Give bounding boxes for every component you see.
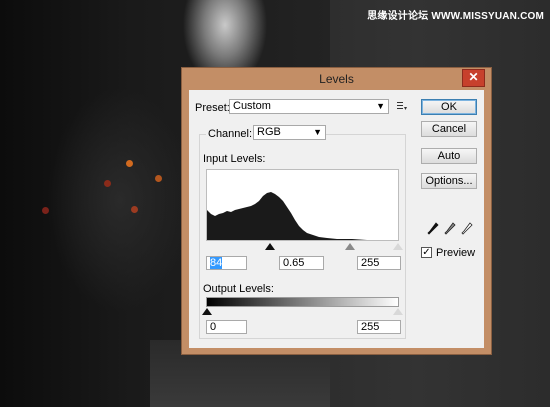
input-levels-label: Input Levels: bbox=[203, 153, 266, 165]
input-white-slider[interactable] bbox=[393, 243, 403, 250]
watermark: 思缘设计论坛 WWW.MISSYUAN.COM bbox=[367, 11, 544, 22]
chevron-down-icon: ▼ bbox=[376, 101, 385, 111]
histogram-curve bbox=[207, 192, 398, 240]
channel-label: Channel: bbox=[206, 128, 255, 140]
output-white-field[interactable]: 255 bbox=[357, 320, 401, 334]
background-flower bbox=[155, 175, 162, 182]
input-gamma-field[interactable]: 0.65 bbox=[279, 256, 324, 270]
background-flower bbox=[126, 160, 133, 167]
channel-value: RGB bbox=[257, 126, 281, 138]
dialog-title: Levels bbox=[319, 72, 354, 86]
close-button[interactable]: ✕ bbox=[462, 69, 485, 87]
cancel-button[interactable]: Cancel bbox=[421, 121, 477, 137]
background-flower bbox=[104, 180, 111, 187]
channel-dropdown[interactable]: RGB ▼ bbox=[253, 125, 326, 140]
input-white-value: 255 bbox=[361, 257, 380, 269]
background-flower bbox=[42, 207, 49, 214]
dialog-body: Preset: Custom ▼ OK Cancel Auto Options.… bbox=[189, 90, 484, 348]
preset-dropdown[interactable]: Custom ▼ bbox=[229, 99, 389, 114]
chevron-down-icon: ▼ bbox=[313, 127, 322, 137]
input-black-field[interactable]: 84 bbox=[206, 256, 247, 270]
input-black-slider[interactable] bbox=[265, 243, 275, 250]
auto-button[interactable]: Auto bbox=[421, 148, 477, 164]
input-gamma-value: 0.65 bbox=[283, 257, 305, 269]
black-eyedropper-icon[interactable] bbox=[427, 222, 439, 236]
ok-button[interactable]: OK bbox=[421, 99, 477, 115]
output-black-field[interactable]: 0 bbox=[206, 320, 247, 334]
preset-value: Custom bbox=[233, 100, 271, 112]
output-gradient-bar bbox=[206, 297, 399, 307]
background-flower bbox=[131, 206, 138, 213]
input-black-value: 84 bbox=[210, 257, 223, 269]
preview-checkbox[interactable]: ✓ bbox=[421, 247, 432, 258]
levels-dialog: Levels ✕ Preset: Custom ▼ OK Cancel Auto… bbox=[181, 67, 492, 355]
gray-eyedropper-icon[interactable] bbox=[444, 222, 456, 236]
preview-label: Preview bbox=[436, 247, 476, 259]
preset-options-icon[interactable] bbox=[396, 99, 408, 113]
options-button[interactable]: Options... bbox=[421, 173, 477, 189]
input-white-field[interactable]: 255 bbox=[357, 256, 401, 270]
preset-label: Preset: bbox=[195, 102, 230, 114]
output-black-slider[interactable] bbox=[202, 308, 212, 315]
output-white-slider[interactable] bbox=[393, 308, 403, 315]
input-gamma-slider[interactable] bbox=[345, 243, 355, 250]
white-eyedropper-icon[interactable] bbox=[461, 222, 473, 236]
histogram bbox=[206, 169, 399, 241]
output-white-value: 255 bbox=[361, 321, 380, 333]
output-levels-label: Output Levels: bbox=[203, 283, 274, 295]
output-black-value: 0 bbox=[210, 321, 217, 333]
